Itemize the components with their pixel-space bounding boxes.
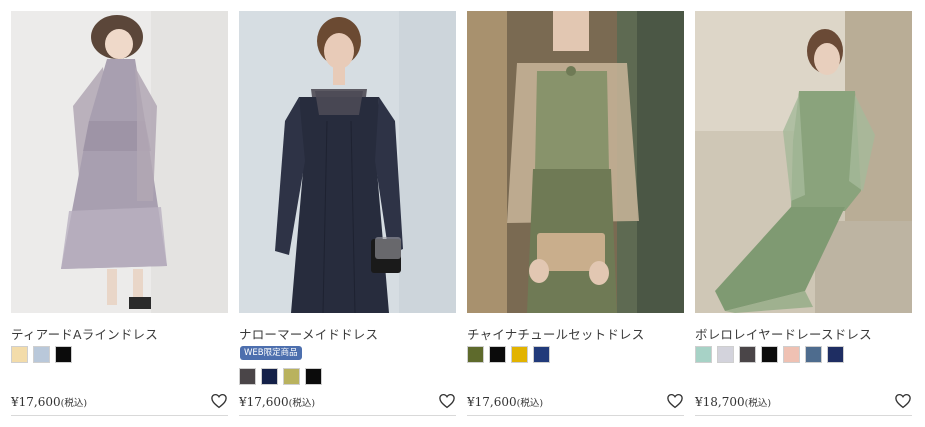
color-swatch[interactable] xyxy=(283,368,300,385)
product-card: ボレロレイヤードレースドレス ¥18,700(税込) xyxy=(695,11,912,416)
product-price: ¥17,600(税込) xyxy=(467,395,543,409)
product-image[interactable] xyxy=(11,11,228,313)
color-swatch[interactable] xyxy=(827,346,844,363)
product-grid: ティアードAラインドレス ¥17,600(税込) ナローマーメイドドレス WEB… xyxy=(0,0,925,427)
color-swatch[interactable] xyxy=(805,346,822,363)
color-swatch[interactable] xyxy=(305,368,322,385)
divider xyxy=(695,415,912,416)
color-swatch[interactable] xyxy=(489,346,506,363)
tax-label: (税込) xyxy=(288,398,316,409)
color-swatch[interactable] xyxy=(695,346,712,363)
product-price: ¥18,700(税込) xyxy=(695,395,771,409)
color-swatch[interactable] xyxy=(533,346,550,363)
product-name[interactable]: ティアードAラインドレス xyxy=(11,324,158,343)
divider xyxy=(11,415,228,416)
product-card: ナローマーメイドドレス WEB限定商品 ¥17,600(税込) xyxy=(239,11,456,416)
divider xyxy=(239,415,456,416)
web-exclusive-badge: WEB限定商品 xyxy=(240,346,302,360)
color-swatches xyxy=(695,346,844,363)
color-swatches xyxy=(239,368,322,385)
heart-outline-icon[interactable] xyxy=(894,392,912,410)
heart-outline-icon[interactable] xyxy=(438,392,456,410)
product-image[interactable] xyxy=(695,11,912,313)
divider xyxy=(467,415,684,416)
color-swatch[interactable] xyxy=(717,346,734,363)
product-name[interactable]: ボレロレイヤードレースドレス xyxy=(695,324,872,343)
product-name[interactable]: チャイナチュールセットドレス xyxy=(467,324,644,343)
price-value: ¥17,600 xyxy=(467,395,517,409)
color-swatch[interactable] xyxy=(467,346,484,363)
color-swatch[interactable] xyxy=(739,346,756,363)
color-swatch[interactable] xyxy=(261,368,278,385)
heart-outline-icon[interactable] xyxy=(210,392,228,410)
color-swatches xyxy=(467,346,550,363)
color-swatch[interactable] xyxy=(239,368,256,385)
tax-label: (税込) xyxy=(744,398,772,409)
color-swatches xyxy=(11,346,72,363)
color-swatch[interactable] xyxy=(783,346,800,363)
product-image[interactable] xyxy=(467,11,684,313)
product-name[interactable]: ナローマーメイドドレス xyxy=(239,324,378,343)
color-swatch[interactable] xyxy=(511,346,528,363)
price-value: ¥17,600 xyxy=(11,395,61,409)
tax-label: (税込) xyxy=(60,398,88,409)
color-swatch[interactable] xyxy=(55,346,72,363)
price-value: ¥18,700 xyxy=(695,395,745,409)
product-price: ¥17,600(税込) xyxy=(239,395,315,409)
price-value: ¥17,600 xyxy=(239,395,289,409)
color-swatch[interactable] xyxy=(761,346,778,363)
product-card: チャイナチュールセットドレス ¥17,600(税込) xyxy=(467,11,684,416)
heart-outline-icon[interactable] xyxy=(666,392,684,410)
product-price: ¥17,600(税込) xyxy=(11,395,87,409)
product-image[interactable] xyxy=(239,11,456,313)
product-card: ティアードAラインドレス ¥17,600(税込) xyxy=(11,11,228,416)
color-swatch[interactable] xyxy=(33,346,50,363)
tax-label: (税込) xyxy=(516,398,544,409)
color-swatch[interactable] xyxy=(11,346,28,363)
